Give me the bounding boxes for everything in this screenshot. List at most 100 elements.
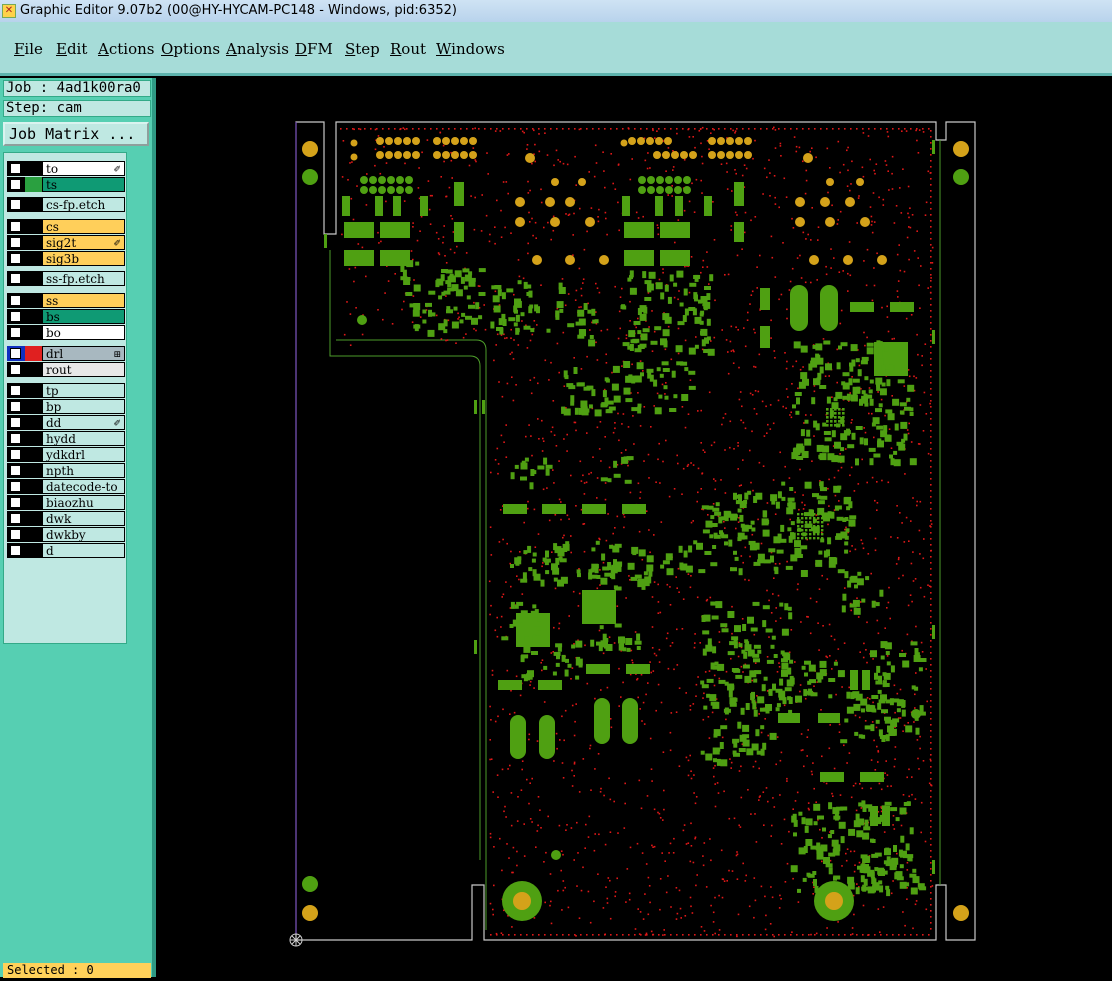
smd-pad [342,196,350,216]
smd-pad [865,804,873,809]
layer-checkbox[interactable] [10,513,21,524]
layer-name[interactable]: sig3b [42,251,125,266]
menu-actions[interactable]: Actions [98,40,154,58]
layer-checkbox[interactable] [10,481,21,492]
layer-checkbox[interactable] [10,237,21,248]
layer-name[interactable]: biaozhu [42,495,125,510]
drill-hit [880,398,883,401]
layer-name[interactable]: bp [42,399,125,414]
drill-hit [529,818,532,820]
drill-hit [700,271,702,274]
layer-name[interactable]: d [42,543,125,558]
layer-name[interactable]: sig2t ✐ [42,235,125,250]
layer-row-bs[interactable]: bs [7,309,125,324]
layer-name[interactable]: datecode-to [42,479,125,494]
layer-checkbox[interactable] [10,497,21,508]
layer-checkbox[interactable] [10,327,21,338]
layer-name[interactable]: drl ⊞ [42,346,125,361]
layer-name[interactable]: ss-fp.etch [42,271,125,286]
layer-checkbox[interactable] [10,348,21,359]
layer-row-cs-fp.etch[interactable]: cs-fp.etch [7,197,125,212]
layer-name[interactable]: tp [42,383,125,398]
smd-pad [660,292,665,300]
smd-pad [634,640,642,645]
layer-checkbox[interactable] [10,311,21,322]
layer-row-biaozhu[interactable]: biaozhu [7,495,125,510]
menu-windows[interactable]: Windows [436,40,505,58]
layer-row-hydd[interactable]: hydd [7,431,125,446]
smd-pad [860,772,884,782]
layer-name[interactable]: ss [42,293,125,308]
layer-row-dwkby[interactable]: dwkby [7,527,125,542]
drill-hit [913,250,916,252]
layer-row-ydkdrl[interactable]: ydkdrl [7,447,125,462]
layer-checkbox[interactable] [10,545,21,556]
layer-name[interactable]: to ✐ [42,161,125,176]
layer-name[interactable]: ts [42,177,125,192]
menu-edit[interactable]: Edit [56,40,87,58]
menu-options[interactable]: Options [161,40,220,58]
drill-hit [634,631,637,633]
layer-row-sig2t[interactable]: sig2t ✐ [7,235,125,250]
layer-name[interactable]: dwk [42,511,125,526]
layer-checkbox[interactable] [10,273,21,284]
layer-checkbox[interactable] [10,401,21,412]
layer-row-bo[interactable]: bo [7,325,125,340]
layer-row-rout[interactable]: rout [7,362,125,377]
layer-checkbox[interactable] [10,364,21,375]
layer-row-dd[interactable]: dd ✐ [7,415,125,430]
layer-checkbox[interactable] [10,529,21,540]
layer-checkbox[interactable] [10,253,21,264]
drill-hit [555,149,558,152]
drill-hit [731,190,733,192]
layer-name[interactable]: dd ✐ [42,415,125,430]
layer-name[interactable]: ydkdrl [42,447,125,462]
layer-name[interactable]: bo [42,325,125,340]
layer-name[interactable]: npth [42,463,125,478]
job-matrix-button[interactable]: Job Matrix ... [3,122,149,146]
layer-checkbox[interactable] [10,221,21,232]
layer-display-color [25,177,42,192]
layer-row-d[interactable]: d [7,543,125,558]
layer-checkbox[interactable] [10,163,21,174]
layer-row-ts[interactable]: ts [7,177,125,192]
drill-hit [930,277,932,279]
layer-name[interactable]: rout [42,362,125,377]
layer-row-npth[interactable]: npth [7,463,125,478]
layer-checkbox[interactable] [10,433,21,444]
drill-hit [527,507,529,510]
graphic-canvas[interactable] [157,79,1112,977]
layer-row-drl[interactable]: drl ⊞ [7,346,125,361]
layer-checkbox[interactable] [10,199,21,210]
layer-name[interactable]: hydd [42,431,125,446]
layer-row-datecode-to[interactable]: datecode-to [7,479,125,494]
layer-name[interactable]: cs [42,219,125,234]
menu-dfm[interactable]: DFM [295,40,333,58]
layer-row-ss-fp.etch[interactable]: ss-fp.etch [7,271,125,286]
layer-name[interactable]: dwkby [42,527,125,542]
menu-analysis[interactable]: Analysis [226,40,289,58]
layer-checkbox[interactable] [10,417,21,428]
menu-file[interactable]: File [14,40,43,58]
layer-checkbox[interactable] [10,449,21,460]
layer-row-tp[interactable]: tp [7,383,125,398]
layer-name[interactable]: cs-fp.etch [42,197,125,212]
layer-checkbox[interactable] [10,179,21,190]
layer-row-cs[interactable]: cs [7,219,125,234]
drill-hit [557,889,559,892]
layer-row-bp[interactable]: bp [7,399,125,414]
panel-splitter[interactable] [152,78,156,977]
layer-checkbox[interactable] [10,465,21,476]
app-icon[interactable]: ✕ [2,4,16,18]
menu-step[interactable]: Step [345,40,380,58]
drill-hit [647,876,650,879]
layer-name[interactable]: bs [42,309,125,324]
layer-row-to[interactable]: to ✐ [7,161,125,176]
smd-pad [878,349,883,357]
layer-row-dwk[interactable]: dwk [7,511,125,526]
layer-row-ss[interactable]: ss [7,293,125,308]
layer-checkbox[interactable] [10,385,21,396]
menu-rout[interactable]: Rout [390,40,426,58]
layer-checkbox[interactable] [10,295,21,306]
layer-row-sig3b[interactable]: sig3b [7,251,125,266]
